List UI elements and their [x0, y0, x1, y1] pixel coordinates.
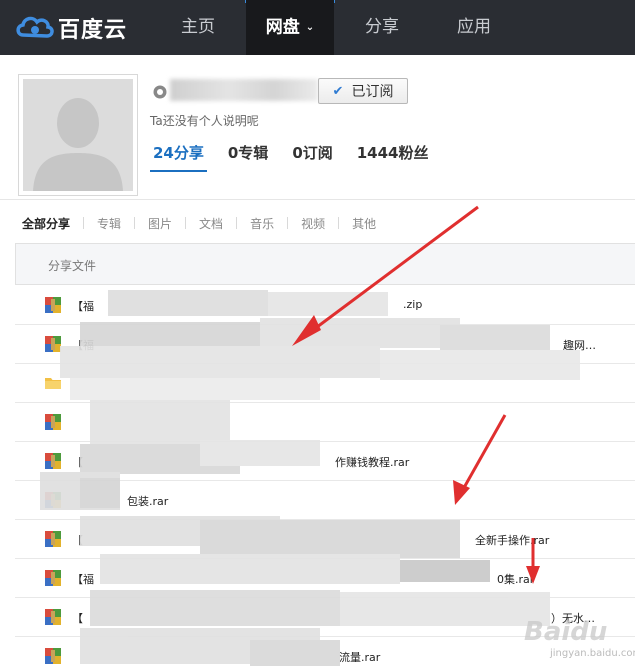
logo-text: 百度云	[58, 18, 128, 43]
file-name[interactable]: 【福	[72, 337, 94, 353]
file-name[interactable]: 【	[72, 532, 83, 548]
divider	[236, 217, 238, 229]
category-all[interactable]: 全部分享	[22, 215, 70, 232]
category-images[interactable]: 图片	[148, 215, 172, 232]
divider	[83, 217, 85, 229]
table-row[interactable]: 【福 0集.rar	[15, 559, 635, 598]
rar-icon	[45, 570, 61, 586]
table-row[interactable]: 包装.rar	[15, 481, 635, 520]
chevron-down-icon: ⌄	[305, 22, 315, 33]
user-level-icon	[153, 85, 167, 99]
table-row[interactable]	[15, 403, 635, 442]
baidu-watermark: Baidu	[524, 617, 608, 647]
top-navigation-bar: 百度云 主页 网盘 ⌄ 分享 应用	[0, 0, 635, 55]
profile-bio: Ta还没有个人说明呢	[150, 114, 259, 128]
file-name[interactable]: 【福	[72, 298, 94, 314]
file-extension: 包装.rar	[127, 495, 169, 508]
watermark-url: jingyan.baidu.com	[550, 648, 635, 659]
table-row[interactable]: 【 全新手操作.rar	[15, 520, 635, 559]
stat-shares[interactable]: 24分享	[150, 138, 207, 172]
nav-apps[interactable]: 应用	[428, 0, 520, 55]
table-row[interactable]	[15, 364, 635, 403]
category-music[interactable]: 音乐	[250, 215, 274, 232]
category-other[interactable]: 其他	[352, 215, 376, 232]
nav-netdisk[interactable]: 网盘 ⌄	[246, 0, 334, 55]
file-extension: 0集.rar	[497, 573, 535, 586]
file-extension: 流量.rar	[339, 651, 381, 664]
rar-icon	[45, 531, 61, 547]
file-table-header: 分享文件	[15, 243, 635, 285]
file-extension: 作赚钱教程.rar	[335, 456, 410, 469]
nav-apps-label: 应用	[457, 17, 491, 37]
stat-followers[interactable]: 1444粉丝	[354, 138, 432, 172]
rar-icon	[45, 414, 61, 430]
stat-subscriptions[interactable]: 0订阅	[289, 138, 335, 172]
file-name[interactable]: 【	[72, 610, 83, 626]
divider	[185, 217, 187, 229]
category-albums[interactable]: 专辑	[97, 215, 121, 232]
rar-icon	[45, 492, 61, 508]
nav-share[interactable]: 分享	[336, 0, 428, 55]
table-row[interactable]: 【福 .zip	[15, 286, 635, 325]
file-extension: .zip	[403, 298, 423, 311]
username-blurred	[170, 79, 318, 101]
check-icon: ✔	[332, 83, 344, 99]
file-list: 【福 .zip 【福 趣网… 【 作赚钱教程.rar 包装.rar 【 全新手操…	[15, 286, 635, 670]
default-avatar-icon	[23, 79, 133, 191]
profile-stats: 24分享 0专辑 0订阅 1444粉丝	[150, 138, 450, 172]
table-row[interactable]: 【 作赚钱教程.rar	[15, 442, 635, 481]
rar-icon	[45, 648, 61, 664]
column-shared-files: 分享文件	[48, 259, 97, 273]
divider	[287, 217, 289, 229]
rar-icon	[45, 297, 61, 313]
nav-home[interactable]: 主页	[152, 0, 244, 55]
folder-icon	[45, 378, 61, 389]
rar-icon	[45, 609, 61, 625]
stat-albums[interactable]: 0专辑	[225, 138, 271, 172]
category-videos[interactable]: 视频	[301, 215, 325, 232]
baidu-cloud-logo[interactable]: 百度云	[14, 12, 127, 44]
subscribed-label: 已订阅	[351, 84, 394, 100]
table-row[interactable]: 【福 趣网…	[15, 325, 635, 364]
rar-icon	[45, 336, 61, 352]
file-name[interactable]: 【	[72, 454, 83, 470]
avatar	[18, 74, 138, 196]
divider	[338, 217, 340, 229]
rar-icon	[45, 453, 61, 469]
category-tabs: 全部分享 专辑 图片 文档 音乐 视频 其他	[22, 213, 376, 233]
nav-share-label: 分享	[365, 17, 399, 37]
nav-netdisk-label: 网盘	[265, 17, 300, 38]
nav-home-label: 主页	[181, 17, 215, 37]
file-name[interactable]: 【福	[72, 571, 94, 587]
file-extension: 趣网…	[563, 339, 596, 352]
subscribed-button[interactable]: ✔ 已订阅	[318, 78, 408, 104]
divider	[134, 217, 136, 229]
file-extension: 全新手操作.rar	[475, 534, 550, 547]
cloud-logo-icon	[16, 16, 54, 38]
category-documents[interactable]: 文档	[199, 215, 223, 232]
